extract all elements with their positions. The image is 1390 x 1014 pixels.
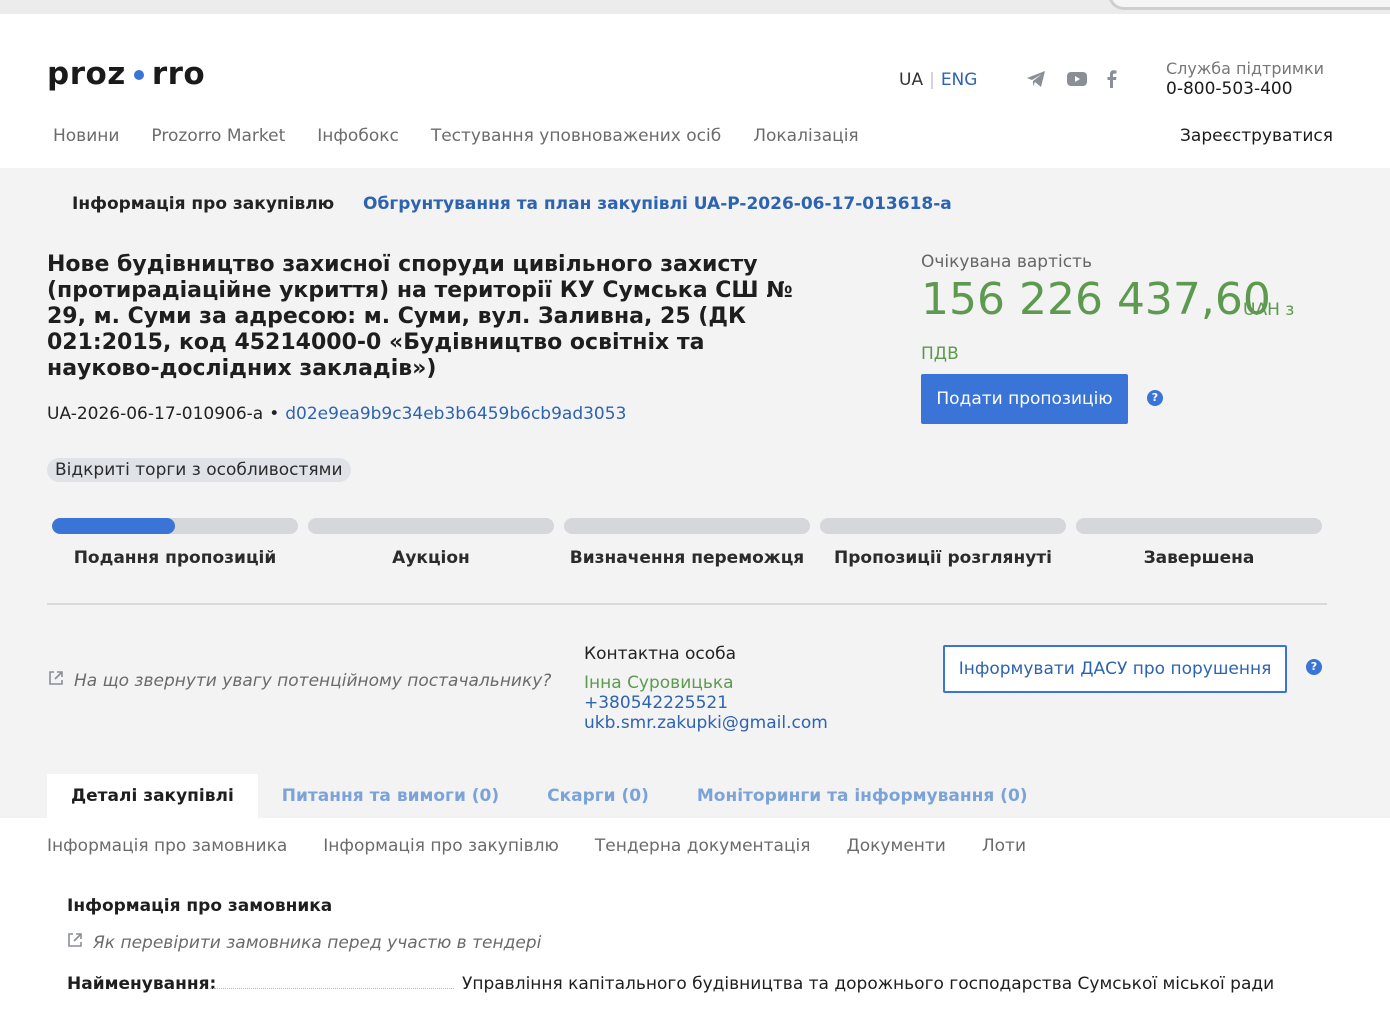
id-separator: •: [269, 404, 280, 424]
bid-help-icon[interactable]: ?: [1147, 390, 1163, 406]
browser-frame-edge: [1108, 0, 1390, 10]
expected-value-vat: ПДВ: [921, 344, 959, 364]
logo-text-left: proz: [47, 56, 126, 92]
stage-bar: [820, 518, 1066, 534]
customer-section-title: Інформація про замовника: [67, 896, 333, 916]
section-link-procurement[interactable]: Інформація про закупівлю: [323, 836, 559, 856]
logo-dot-icon: [133, 70, 144, 80]
stage-bar: [308, 518, 554, 534]
nav-item-testing[interactable]: Тестування уповноважених осіб: [431, 126, 721, 146]
prozorro-logo[interactable]: proz rro: [47, 56, 205, 92]
support-label: Служба підтримки: [1166, 59, 1325, 78]
procurement-id: UA-2026-06-17-010906-a: [47, 404, 264, 424]
external-link-icon: [48, 670, 64, 691]
youtube-icon[interactable]: [1066, 70, 1088, 90]
stage-bar: [52, 518, 298, 534]
submit-bid-button[interactable]: Подати пропозицію: [921, 374, 1128, 424]
details-section-nav: Інформація про замовника Інформація про …: [47, 836, 1026, 856]
tab-monitoring[interactable]: Моніторинги та інформування (0): [673, 774, 1052, 818]
details-content: Інформація про замовника Інформація про …: [0, 818, 1390, 1014]
procurement-hash-link[interactable]: d02e9ea9b9c34eb3b6459b6cb9ad3053: [285, 404, 626, 424]
inform-dasu-button[interactable]: Інформувати ДАСУ про порушення: [943, 645, 1287, 693]
customer-name-value: Управління капітального будівництва та д…: [462, 974, 1275, 994]
stage-fill: [52, 518, 175, 534]
stage-complete: Завершена: [1076, 518, 1322, 568]
check-customer-link[interactable]: Як перевірити замовника перед участю в т…: [67, 932, 541, 953]
stage-winner: Визначення переможця: [564, 518, 810, 568]
supplier-attention-text: На що звернути увагу потенційному постач…: [74, 670, 552, 691]
contact-email[interactable]: ukb.smr.zakupki@gmail.com: [584, 713, 828, 733]
details-tabs: Деталі закупівлі Питання та вимоги (0) С…: [47, 774, 1052, 818]
stage-label: Подання пропозицій: [73, 548, 277, 568]
procurement-title: Нове будівництво захисної споруди цивіль…: [47, 252, 793, 381]
check-customer-text: Як перевірити замовника перед участю в т…: [93, 932, 542, 953]
nav-item-infobox[interactable]: Інфобокс: [317, 126, 399, 146]
contact-person-block: Контактна особа Інна Суровицька +3805422…: [584, 644, 828, 733]
expected-value-amount: 156 226 437,60: [921, 274, 1271, 325]
facebook-icon[interactable]: [1106, 70, 1128, 90]
stage-bar: [1076, 518, 1322, 534]
stage-reviewed: Пропозиції розглянуті: [820, 518, 1066, 568]
lang-separator: |: [929, 70, 935, 90]
language-switcher: UA | ENG: [899, 70, 977, 90]
nav-item-localization[interactable]: Локалізація: [753, 126, 858, 146]
contact-phone[interactable]: +380542225521: [584, 693, 828, 713]
expected-value-label: Очікувана вартість: [921, 252, 1092, 272]
procurement-ids: UA-2026-06-17-010906-a • d02e9ea9b9c34eb3b…: [47, 404, 626, 424]
register-link[interactable]: Зареєструватися: [1180, 126, 1333, 146]
section-link-lots[interactable]: Лоти: [982, 836, 1026, 856]
lang-ua[interactable]: UA: [899, 70, 923, 90]
field-leader-dots: [210, 988, 454, 989]
stage-auction: Аукціон: [308, 518, 554, 568]
stage-label: Завершена: [1143, 548, 1255, 568]
contact-name: Інна Суровицька: [584, 673, 734, 693]
stage-label: Аукціон: [392, 548, 470, 568]
dasu-help-icon[interactable]: ?: [1306, 659, 1322, 675]
customer-name-label: Найменування:: [67, 974, 217, 994]
section-divider: [47, 603, 1327, 605]
main-nav: Новини Prozorro Market Інфобокс Тестуван…: [53, 126, 859, 146]
section-link-documents[interactable]: Документи: [846, 836, 945, 856]
supplier-attention-link[interactable]: На що звернути увагу потенційному постач…: [48, 670, 551, 691]
stage-label: Пропозиції розглянуті: [834, 548, 1052, 568]
procurement-main: Інформація про закупівлю Обгрунтування т…: [0, 168, 1390, 818]
tab-details[interactable]: Деталі закупівлі: [47, 774, 258, 818]
stage-label: Визначення переможця: [569, 548, 805, 568]
expected-value-currency: UAH з: [1243, 300, 1295, 320]
tab-procurement-plan[interactable]: Обгрунтування та план закупівлі UA-P-202…: [363, 194, 952, 214]
nav-item-market[interactable]: Prozorro Market: [151, 126, 285, 146]
procedure-type-badge: Відкриті торги з особливостями: [47, 458, 351, 482]
contact-heading: Контактна особа: [584, 644, 737, 664]
support-block: Служба підтримки 0-800-503-400: [1166, 59, 1324, 99]
section-link-tender-docs[interactable]: Тендерна документація: [595, 836, 811, 856]
tab-complaints[interactable]: Скарги (0): [523, 774, 673, 818]
nav-item-news[interactable]: Новини: [53, 126, 119, 146]
telegram-icon[interactable]: [1026, 70, 1048, 90]
external-link-icon: [67, 932, 83, 953]
lang-eng[interactable]: ENG: [941, 70, 978, 90]
tab-procurement-info[interactable]: Інформація про закупівлю: [72, 194, 334, 214]
tab-questions[interactable]: Питання та вимоги (0): [258, 774, 523, 818]
logo-text-right: rro: [151, 56, 206, 92]
stage-bar: [564, 518, 810, 534]
social-links: [1026, 70, 1128, 90]
site-header: proz rro UA | ENG Служба підтримки 0-800-5…: [0, 14, 1390, 168]
section-link-customer[interactable]: Інформація про замовника: [47, 836, 287, 856]
stage-bids: Подання пропозицій: [52, 518, 298, 568]
support-phone[interactable]: 0-800-503-400: [1166, 79, 1324, 99]
